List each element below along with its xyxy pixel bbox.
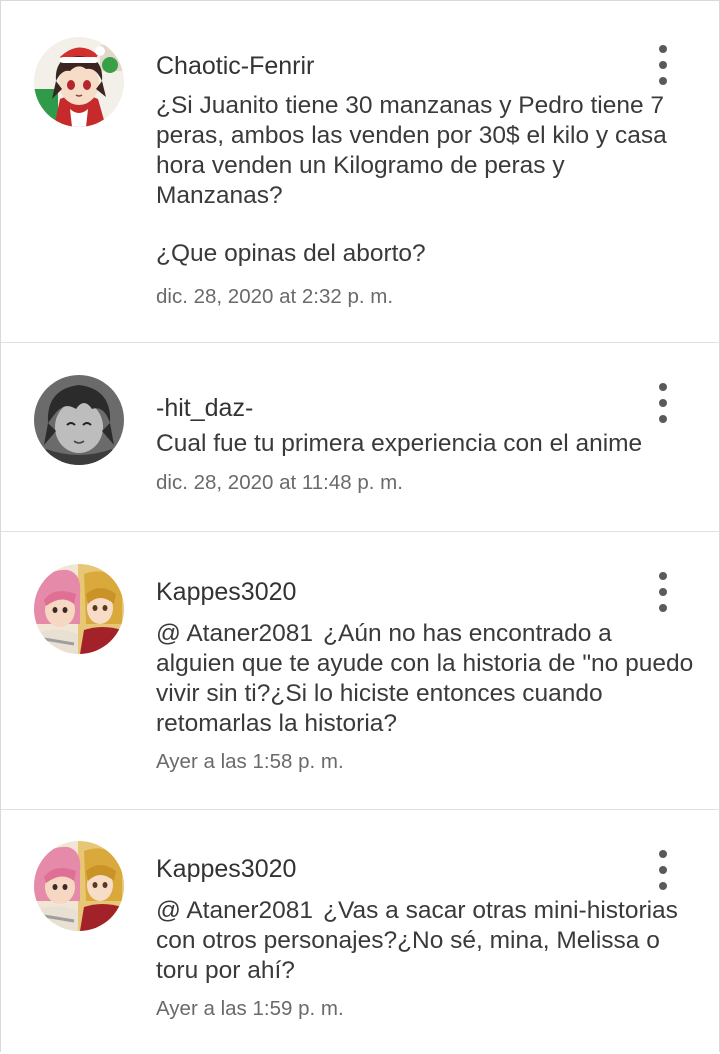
anime-duo-avatar-icon: [34, 564, 124, 654]
username[interactable]: -hit_daz-: [156, 393, 253, 423]
avatar[interactable]: [34, 564, 124, 654]
comment-text: @ Ataner2081 ¿Vas a sacar otras mini-hist…: [156, 896, 696, 986]
anime-grayscale-avatar-icon: [34, 375, 124, 465]
timestamp: Ayer a las 1:58 p. m.: [156, 750, 344, 773]
more-vert-icon[interactable]: [651, 850, 675, 890]
more-vert-icon[interactable]: [651, 572, 675, 612]
username[interactable]: Kappes3020: [156, 577, 296, 607]
more-vert-icon[interactable]: [651, 45, 675, 85]
comment-feed: Chaotic-Fenrir ¿Si Juanito tiene 30 manz…: [0, 0, 720, 1052]
username[interactable]: Kappes3020: [156, 854, 296, 884]
comment-item: Chaotic-Fenrir ¿Si Juanito tiene 30 manz…: [1, 1, 720, 343]
comment-paragraph: ¿Que opinas del aborto?: [156, 240, 426, 267]
comment-item: -hit_daz- Cual fue tu primera experienci…: [1, 343, 720, 532]
avatar[interactable]: [34, 375, 124, 465]
timestamp: dic. 28, 2020 at 2:32 p. m.: [156, 285, 394, 308]
comment-text: Cual fue tu primera experiencia con el a…: [156, 430, 643, 457]
comment-text: @ Ataner2081 ¿Aún no has encontrado a alg…: [156, 619, 696, 739]
user-mention[interactable]: @ Ataner2081: [156, 897, 313, 924]
comment-paragraph: ¿Si Juanito tiene 30 manzanas y Pedro ti…: [156, 92, 667, 209]
username[interactable]: Chaotic-Fenrir: [156, 51, 314, 81]
anime-duo-avatar-icon: [34, 841, 124, 931]
avatar[interactable]: [34, 37, 124, 127]
avatar[interactable]: [34, 841, 124, 931]
comment-item: Kappes3020 @ Ataner2081 ¿Aún no has encon…: [1, 532, 720, 810]
more-vert-icon[interactable]: [651, 383, 675, 423]
user-mention[interactable]: @ Ataner2081: [156, 620, 313, 647]
comment-text: ¿Si Juanito tiene 30 manzanas y Pedro ti…: [156, 91, 696, 269]
comment-item: Kappes3020 @ Ataner2081 ¿Vas a sacar otra…: [1, 810, 720, 1054]
timestamp: Ayer a las 1:59 p. m.: [156, 997, 344, 1020]
anime-christmas-avatar-icon: [34, 37, 124, 127]
timestamp: dic. 28, 2020 at 11:48 p. m.: [156, 471, 403, 494]
